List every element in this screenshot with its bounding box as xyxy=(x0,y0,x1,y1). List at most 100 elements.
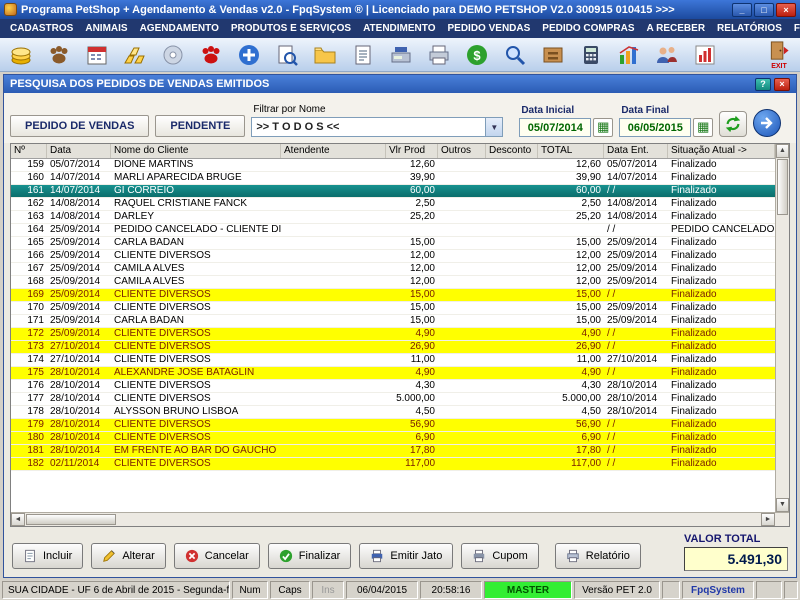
alterar-button[interactable]: Alterar xyxy=(91,543,166,569)
chevron-down-icon[interactable]: ▼ xyxy=(485,118,503,136)
menu-item-cadastros[interactable]: CADASTROS xyxy=(4,23,79,34)
vet-add-icon[interactable] xyxy=(234,40,264,70)
table-row[interactable]: 172 25/09/2014 CLIENTE DIVERSOS 4,90 4,90 / /… xyxy=(11,328,775,341)
table-row[interactable]: 180 28/10/2014 CLIENTE DIVERSOS 6,90 6,90 / /… xyxy=(11,432,775,445)
col-desconto[interactable]: Desconto xyxy=(486,144,538,158)
menu-item-pedido-compras[interactable]: PEDIDO COMPRAS xyxy=(536,23,640,34)
table-row[interactable]: 175 28/10/2014 ALEXANDRE JOSE BATAGLIN 4,90… xyxy=(11,367,775,380)
reports-chart-icon[interactable] xyxy=(690,40,720,70)
col-outros[interactable]: Outros xyxy=(438,144,486,158)
go-button[interactable] xyxy=(753,109,782,137)
date-start-input[interactable]: 05/07/2014 xyxy=(519,118,592,137)
refresh-button[interactable] xyxy=(719,111,748,137)
orders-folder-icon[interactable] xyxy=(310,40,340,70)
col-atendente[interactable]: Atendente xyxy=(281,144,386,158)
sales-coins-icon[interactable] xyxy=(6,40,36,70)
cell-vlr: 4,30 xyxy=(415,380,435,391)
table-row[interactable]: 177 28/10/2014 CLIENTE DIVERSOS 5.000,00 5.0… xyxy=(11,393,775,406)
table-row[interactable]: 161 14/07/2014 GI CORREIO 60,00 60,00 / / Fina… xyxy=(11,185,775,198)
col-total[interactable]: TOTAL xyxy=(538,144,604,158)
exit-door-icon[interactable]: EXIT xyxy=(764,40,794,70)
finalizar-button[interactable]: Finalizar xyxy=(267,543,352,569)
scroll-left-icon[interactable]: ◄ xyxy=(11,513,25,526)
cancelar-button[interactable]: Cancelar xyxy=(173,543,260,569)
calendar-icon[interactable]: ▦ xyxy=(693,118,714,137)
table-row[interactable]: 170 25/09/2014 CLIENTE DIVERSOS 15,00 15,00 2… xyxy=(11,302,775,315)
col-cliente[interactable]: Nome do Cliente xyxy=(111,144,281,158)
table-row[interactable]: 167 25/09/2014 CAMILA ALVES 12,00 12,00 25/09… xyxy=(11,263,775,276)
agenda-calendar-icon[interactable] xyxy=(82,40,112,70)
receivables-dollar-icon[interactable]: $ xyxy=(462,40,492,70)
relatorio-button[interactable]: Relatório xyxy=(554,543,641,569)
emitir-jato-button[interactable]: Emitir Jato xyxy=(359,543,454,569)
horizontal-scrollbar[interactable]: ◄ ► xyxy=(11,512,789,526)
cupom-button[interactable]: Cupom xyxy=(461,543,539,569)
table-row[interactable]: 164 25/09/2014 PEDIDO CANCELADO - CLIENTE … xyxy=(11,224,775,237)
menu-item-ferramentas[interactable]: FERRAMENTAS xyxy=(788,23,800,34)
col-numero[interactable]: Nº xyxy=(11,144,47,158)
search-document-icon[interactable] xyxy=(272,40,302,70)
table-row[interactable]: 182 02/11/2014 CLIENTE DIVERSOS 117,00 117,0… xyxy=(11,458,775,471)
attendance-paw-icon[interactable] xyxy=(196,40,226,70)
calculator-icon[interactable] xyxy=(576,40,606,70)
table-row[interactable]: 159 05/07/2014 DIONE MARTINS 12,60 12,60 05/0… xyxy=(11,159,775,172)
menu-item-atendimento[interactable]: ATENDIMENTO xyxy=(357,23,441,34)
tab-pedido-de-vendas[interactable]: PEDIDO DE VENDAS xyxy=(10,115,150,137)
purchase-document-icon[interactable] xyxy=(348,40,378,70)
col-data-ent[interactable]: Data Ent. xyxy=(604,144,668,158)
col-vlr-prod[interactable]: Vlr Prod xyxy=(386,144,438,158)
maximize-icon[interactable]: □ xyxy=(754,2,774,17)
scroll-up-icon[interactable]: ▲ xyxy=(776,144,789,158)
clients-people-icon[interactable] xyxy=(652,40,682,70)
menu-item-relatorios[interactable]: RELATÓRIOS xyxy=(711,23,788,34)
minimize-icon[interactable]: _ xyxy=(732,2,752,17)
vertical-scroll-thumb[interactable] xyxy=(777,159,788,215)
scroll-right-icon[interactable]: ► xyxy=(761,513,775,526)
cell-cliente: CLIENTE DIVERSOS xyxy=(114,458,211,469)
menu-item-agendamento[interactable]: AGENDAMENTO xyxy=(134,23,225,34)
table-row[interactable]: 169 25/09/2014 CLIENTE DIVERSOS 15,00 15,00 /… xyxy=(11,289,775,302)
table-row[interactable]: 166 25/09/2014 CLIENTE DIVERSOS 12,00 12,00 2… xyxy=(11,250,775,263)
table-row[interactable]: 173 27/10/2014 CLIENTE DIVERSOS 26,90 26,90 /… xyxy=(11,341,775,354)
date-end-input[interactable]: 06/05/2015 xyxy=(619,118,692,137)
horizontal-scroll-thumb[interactable] xyxy=(26,514,116,525)
gold-bars-icon[interactable] xyxy=(120,40,150,70)
table-row[interactable]: 171 25/09/2014 CARLA BADAN 15,00 15,00 25/09/… xyxy=(11,315,775,328)
menu-item-a-receber[interactable]: A RECEBER xyxy=(641,23,712,34)
table-row[interactable]: 181 28/10/2014 EM FRENTE AO BAR DO GAUCHO 1… xyxy=(11,445,775,458)
table-row[interactable]: 160 14/07/2014 MARLI APARECIDA BRUGE 39,90 3… xyxy=(11,172,775,185)
finance-chart-icon[interactable] xyxy=(614,40,644,70)
filter-name-select[interactable]: >> T O D O S << ▼ xyxy=(251,117,504,137)
table-row[interactable]: 176 28/10/2014 CLIENTE DIVERSOS 4,30 4,30 28/… xyxy=(11,380,775,393)
cell-situacao: Finalizado xyxy=(671,237,717,248)
table-row[interactable]: 179 28/10/2014 CLIENTE DIVERSOS 56,90 56,90 /… xyxy=(11,419,775,432)
vertical-scrollbar[interactable]: ▲ ▼ xyxy=(775,144,789,512)
media-disc-icon[interactable] xyxy=(158,40,188,70)
incluir-button[interactable]: Incluir xyxy=(12,543,84,569)
menu-item-produtos-servicos[interactable]: PRODUTOS E SERVIÇOS xyxy=(225,23,357,34)
close-icon[interactable]: × xyxy=(776,2,796,17)
cell-n: 169 xyxy=(27,289,44,300)
table-row[interactable]: 165 25/09/2014 CARLA BADAN 15,00 15,00 25/09/… xyxy=(11,237,775,250)
drawer-icon[interactable] xyxy=(538,40,568,70)
col-situacao[interactable]: Situação Atual -> xyxy=(668,144,775,158)
printer-icon[interactable] xyxy=(424,40,454,70)
animals-paw-icon[interactable] xyxy=(44,40,74,70)
search-icon[interactable] xyxy=(500,40,530,70)
calendar-icon[interactable]: ▦ xyxy=(593,118,614,137)
cash-register-icon[interactable] xyxy=(386,40,416,70)
menu-item-animais[interactable]: ANIMAIS xyxy=(79,23,133,34)
resize-grip[interactable] xyxy=(784,581,798,599)
table-row[interactable]: 178 28/10/2014 ALYSSON BRUNO LISBOA 4,50 4,5… xyxy=(11,406,775,419)
tab-pendente[interactable]: PENDENTE xyxy=(155,115,246,137)
panel-help-icon[interactable]: ? xyxy=(755,77,771,91)
panel-close-icon[interactable]: × xyxy=(774,77,790,91)
scroll-down-icon[interactable]: ▼ xyxy=(776,498,789,512)
col-data[interactable]: Data xyxy=(47,144,111,158)
cell-situacao: Finalizado xyxy=(671,159,717,170)
menu-item-pedido-vendas[interactable]: PEDIDO VENDAS xyxy=(441,23,536,34)
table-row[interactable]: 168 25/09/2014 CAMILA ALVES 12,00 12,00 25/09… xyxy=(11,276,775,289)
table-row[interactable]: 163 14/08/2014 DARLEY 25,20 25,20 14/08/2014 F… xyxy=(11,211,775,224)
table-row[interactable]: 162 14/08/2014 RAQUEL CRISTIANE FANCK 2,50 2… xyxy=(11,198,775,211)
table-row[interactable]: 174 27/10/2014 CLIENTE DIVERSOS 11,00 11,00 2… xyxy=(11,354,775,367)
